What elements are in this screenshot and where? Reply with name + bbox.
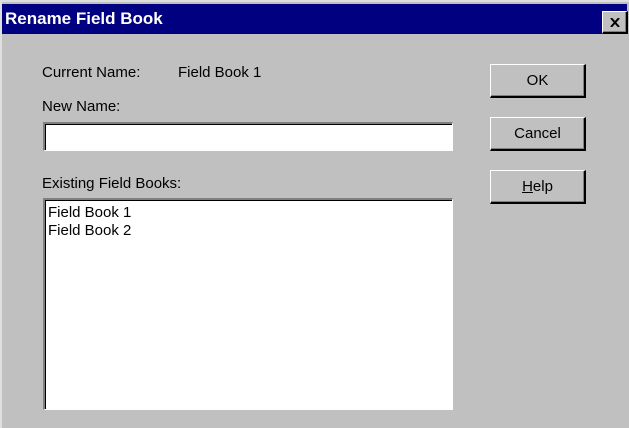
ok-button[interactable]: OK: [490, 64, 586, 98]
cancel-button-label: Cancel: [514, 125, 561, 142]
close-button[interactable]: [602, 11, 628, 34]
help-hotkey: H: [522, 178, 533, 195]
list-item[interactable]: Field Book 2: [48, 222, 449, 240]
help-label-rest: elp: [532, 178, 553, 195]
rename-field-book-dialog: Rename Field Book Current Name: Field Bo…: [0, 0, 629, 428]
ok-button-label: OK: [526, 72, 549, 89]
help-button[interactable]: Help: [490, 170, 586, 204]
new-name-input[interactable]: [43, 122, 453, 151]
existing-field-books-list[interactable]: Field Book 1 Field Book 2: [43, 198, 453, 410]
dialog-title: Rename Field Book: [5, 9, 163, 28]
list-item[interactable]: Field Book 1: [48, 204, 449, 222]
current-name-value: Field Book 1: [178, 64, 262, 81]
close-icon: [609, 17, 620, 27]
title-bar: Rename Field Book: [2, 4, 627, 34]
existing-field-books-label: Existing Field Books:: [42, 175, 182, 192]
help-button-label: Help: [522, 178, 553, 195]
current-name-label: Current Name:: [42, 64, 141, 81]
new-name-label: New Name:: [42, 98, 121, 115]
cancel-button[interactable]: Cancel: [490, 117, 586, 151]
